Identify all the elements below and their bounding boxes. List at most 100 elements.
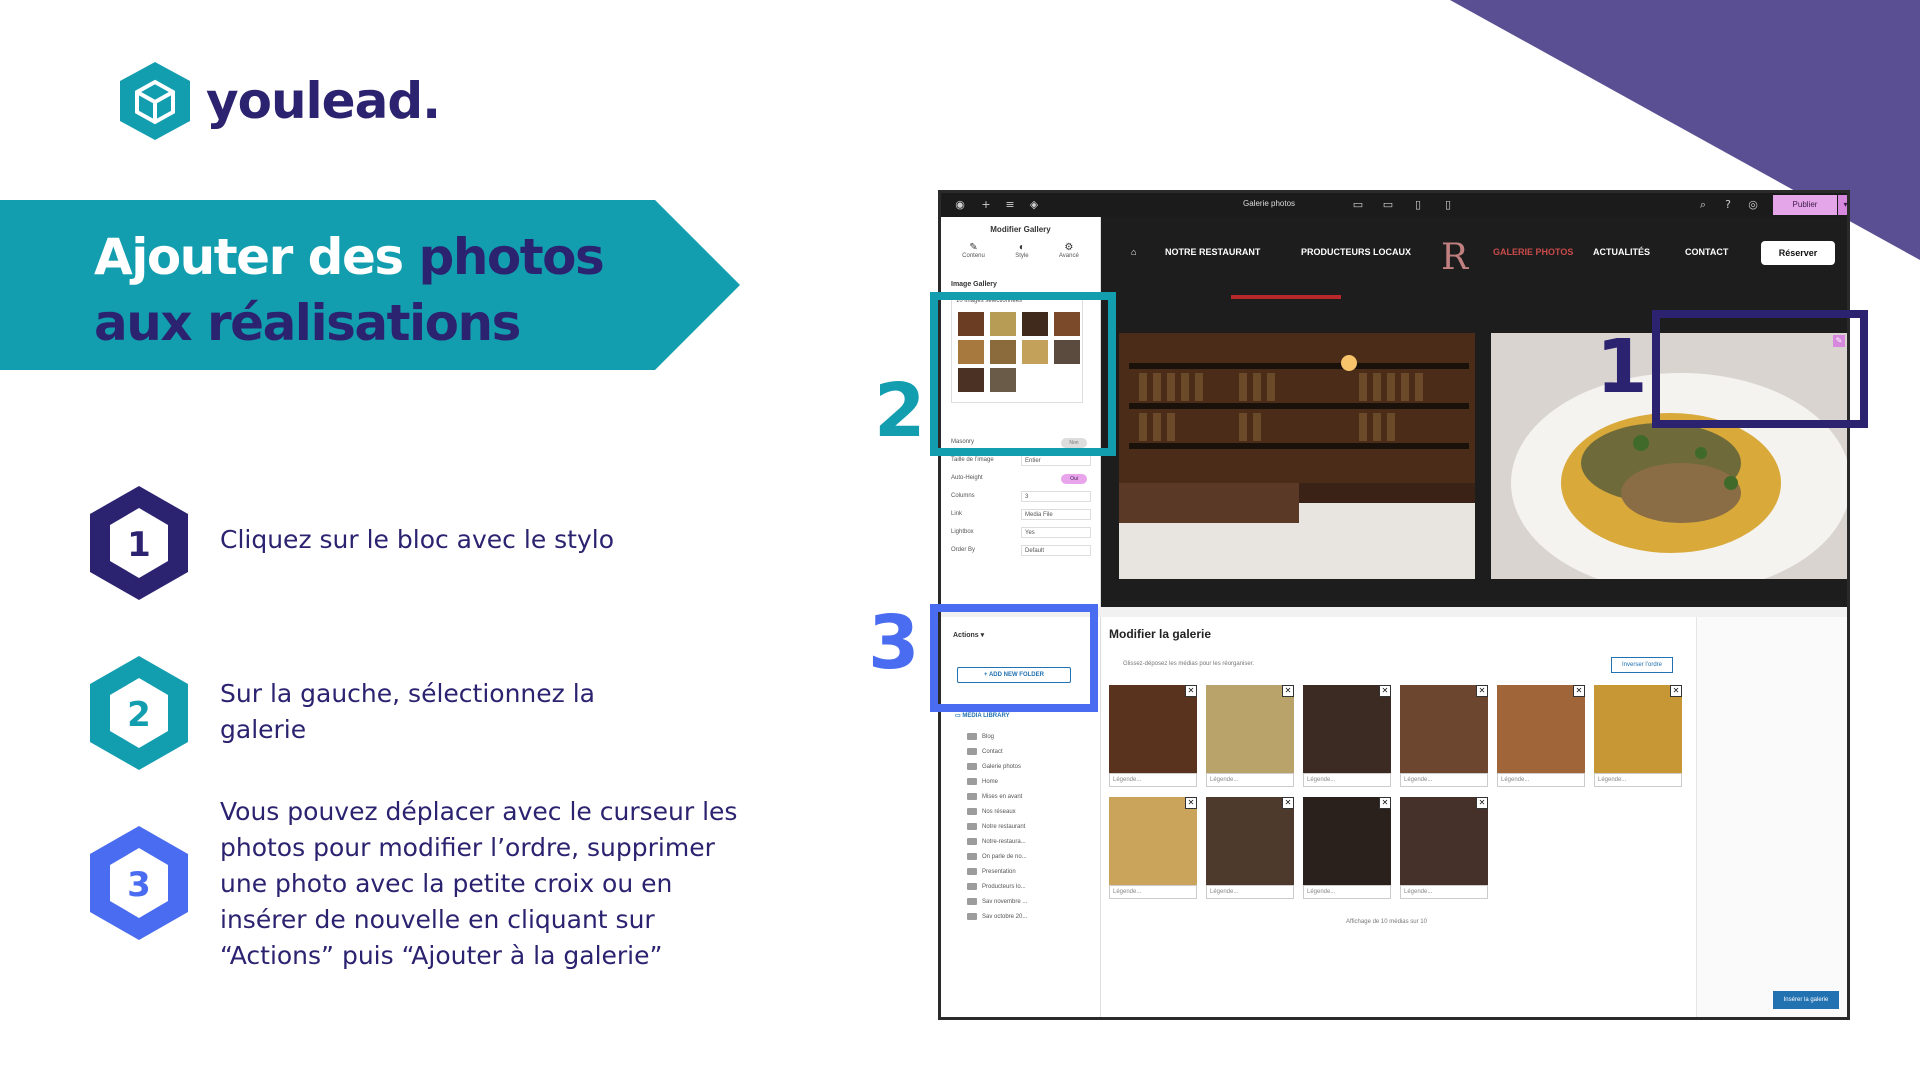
settings-icon[interactable]: ≡ [1003,198,1017,212]
editor-toolbar: ◉ + ≡ ◈ Galerie photos ▭ ▭ ▯ ▯ ⌕ ? ◎ Pub… [941,193,1847,217]
caption-input[interactable]: Légende... [1594,773,1682,787]
annotation-box-2 [930,292,1116,456]
media-count: Affichage de 10 médias sur 10 [1346,919,1427,925]
media-thumbnail[interactable] [1303,797,1391,885]
folder-item[interactable]: Sav octobre 20... [967,909,1027,924]
media-thumbnail[interactable] [1497,685,1585,773]
caption-input[interactable]: Légende... [1109,885,1197,899]
remove-icon[interactable]: ✕ [1379,797,1391,809]
nav-notre-restaurant[interactable]: NOTRE RESTAURANT [1165,247,1260,257]
remove-icon[interactable]: ✕ [1476,797,1488,809]
media-item[interactable]: ✕ Légende... [1206,797,1294,901]
nav-producteurs[interactable]: PRODUCTEURS LOCAUX [1301,247,1411,257]
nav-contact[interactable]: CONTACT [1685,247,1728,257]
folder-item[interactable]: Home [967,774,1027,789]
insert-gallery-button[interactable]: Insérer la galerie [1773,991,1839,1009]
remove-icon[interactable]: ✕ [1476,685,1488,697]
caption-input[interactable]: Légende... [1497,773,1585,787]
publish-button[interactable]: Publier [1773,195,1837,215]
media-library-head[interactable]: ▭ MEDIA LIBRARY [955,712,1010,719]
media-item[interactable]: ✕ Légende... [1594,685,1682,789]
media-item[interactable]: ✕ Légende... [1109,685,1197,789]
media-item[interactable]: ✕ Légende... [1303,797,1391,901]
section-title[interactable]: Image Gallery [951,281,997,288]
search-icon[interactable]: ⌕ [1696,198,1710,212]
folder-item[interactable]: Producteurs lo... [967,879,1027,894]
preview-eye-icon[interactable]: ◎ [1746,198,1760,212]
remove-icon[interactable]: ✕ [1379,685,1391,697]
tab-avance[interactable]: ⚙ Avancé [1059,242,1079,259]
caption-input[interactable]: Légende... [1303,773,1391,787]
add-icon[interactable]: + [979,198,993,212]
tablet-icon[interactable]: ▯ [1411,198,1425,212]
order-by-select[interactable]: Default [1021,545,1091,556]
nav-galerie-photos[interactable]: GALERIE PHOTOS [1493,247,1573,257]
media-item[interactable]: ✕ Légende... [1206,685,1294,789]
restaurant-interior-photo[interactable] [1119,333,1475,579]
media-thumbnail[interactable] [1400,797,1488,885]
folder-item[interactable]: Notre-restaura... [967,834,1027,849]
reverse-order-button[interactable]: Inverser l’ordre [1611,657,1673,673]
step-2-badge: 2 [90,656,188,770]
help-icon[interactable]: ? [1721,198,1735,212]
media-thumbnail[interactable] [1109,685,1197,773]
folder-item[interactable]: Notre restaurant [967,819,1027,834]
media-item[interactable]: ✕ Légende... [1400,685,1488,789]
reserve-button[interactable]: Réserver [1761,241,1835,265]
caption-input[interactable]: Légende... [1303,885,1391,899]
folder-label: Galerie photos [982,763,1022,770]
mobile-icon[interactable]: ▯ [1441,198,1455,212]
caption-input[interactable]: Légende... [1400,885,1488,899]
tab-style[interactable]: ◐ Style [1015,242,1028,259]
setting-label: Columns [951,493,975,499]
media-thumbnail[interactable] [1109,797,1197,885]
media-thumbnail[interactable] [1303,685,1391,773]
auto-height-toggle[interactable]: Oui [1061,474,1087,484]
folder-item[interactable]: Presentation [967,864,1027,879]
media-item[interactable]: ✕ Légende... [1303,685,1391,789]
edit-gallery-modal: Modifier la galerie ✕ Glissez-déposez le… [1101,617,1847,1017]
tab-label: Avancé [1058,253,1079,259]
caption-input[interactable]: Légende... [1206,885,1294,899]
folder-item[interactable]: Sav novembre ... [967,894,1027,909]
folder-item[interactable]: Mises en avant [967,789,1027,804]
home-icon[interactable]: ⌂ [1131,247,1136,257]
media-thumbnail[interactable] [1206,797,1294,885]
folder-item[interactable]: Contact [967,744,1027,759]
image-size-select[interactable]: Entier [1021,455,1091,466]
media-thumbnail[interactable] [1594,685,1682,773]
remove-icon[interactable]: ✕ [1282,685,1294,697]
media-item[interactable]: ✕ Légende... [1497,685,1585,789]
folder-item[interactable]: On parle de no... [967,849,1027,864]
nav-actualites[interactable]: ACTUALITÉS [1593,247,1650,257]
lightbox-select[interactable]: Yes [1021,527,1091,538]
elementor-logo-icon[interactable]: ◉ [953,198,967,212]
panel-title: Modifier Gallery [990,225,1051,234]
remove-icon[interactable]: ✕ [1185,685,1197,697]
folder-item[interactable]: Blog [967,729,1027,744]
laptop-icon[interactable]: ▭ [1381,198,1395,212]
caption-input[interactable]: Légende... [1206,773,1294,787]
remove-icon[interactable]: ✕ [1282,797,1294,809]
folder-item[interactable]: Galerie photos [967,759,1027,774]
media-item[interactable]: ✕ Légende... [1109,797,1197,901]
logo-hexagon-icon [120,62,190,140]
link-select[interactable]: Media File [1021,509,1091,520]
tab-contenu[interactable]: ✎ Contenu [962,242,985,259]
media-thumbnail[interactable] [1400,685,1488,773]
editor-page-title[interactable]: Galerie photos [1243,199,1295,208]
caption-input[interactable]: Légende... [1400,773,1488,787]
layers-icon[interactable]: ◈ [1027,198,1041,212]
media-item[interactable]: ✕ Légende... [1400,797,1488,901]
setting-order-by: Order By Default [951,545,1091,557]
remove-icon[interactable]: ✕ [1670,685,1682,697]
folder-icon [967,778,977,785]
columns-select[interactable]: 3 [1021,491,1091,502]
caption-input[interactable]: Légende... [1109,773,1197,787]
media-thumbnail[interactable] [1206,685,1294,773]
remove-icon[interactable]: ✕ [1185,797,1197,809]
desktop-icon[interactable]: ▭ [1351,198,1365,212]
remove-icon[interactable]: ✕ [1573,685,1585,697]
folder-item[interactable]: Nos réseaux [967,804,1027,819]
publish-dropdown-icon[interactable]: ▾ [1838,195,1847,215]
